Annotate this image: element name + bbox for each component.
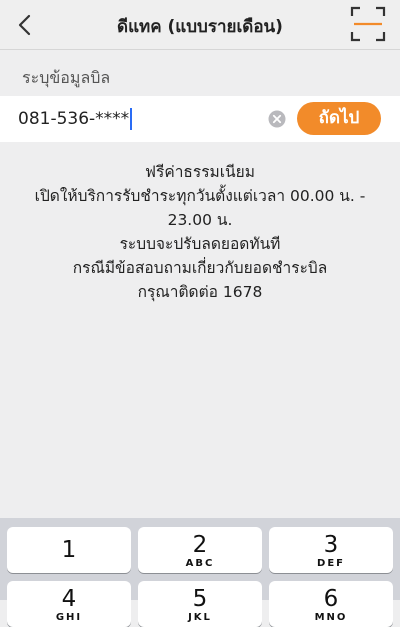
numeric-keypad: 1 2 ABC 3 DEF 4 GHI 5 JKL 6 MNO (0, 518, 400, 627)
phone-number-value: 081-536-**** (18, 109, 130, 129)
fee-notice: ฟรีค่าธรรมเนียม เปิดให้บริการรับชำระทุกว… (20, 160, 380, 304)
key-5[interactable]: 5 JKL (138, 581, 262, 627)
header-bar: ดีแทค (แบบรายเดือน) (0, 0, 400, 50)
notice-line: กรุณาติดต่อ 1678 (137, 283, 263, 301)
key-letters: ABC (185, 558, 215, 569)
key-3[interactable]: 3 DEF (269, 527, 393, 573)
key-number: 3 (323, 532, 339, 558)
key-4[interactable]: 4 GHI (7, 581, 131, 627)
bill-info-label: ระบุข้อมูลบิล (22, 68, 111, 87)
notice-line: ระบบจะปรับลดยอดทันที (119, 235, 281, 253)
text-cursor (130, 108, 133, 130)
key-6[interactable]: 6 MNO (269, 581, 393, 627)
phone-input-row: 081-536-**** ถัดไป (0, 96, 400, 142)
chevron-left-icon[interactable] (14, 12, 36, 38)
key-number: 6 (323, 586, 339, 612)
notice-line: ฟรีค่าธรรมเนียม (145, 163, 255, 181)
notice-line: 23.00 น. (167, 211, 233, 229)
phone-number-input[interactable]: 081-536-**** (18, 96, 258, 142)
key-number: 2 (192, 532, 208, 558)
next-button[interactable]: ถัดไป (297, 102, 381, 135)
key-letters: JKL (188, 612, 212, 623)
clear-icon[interactable] (268, 110, 286, 128)
key-letters: DEF (317, 558, 345, 569)
key-letters: MNO (314, 612, 348, 623)
key-number: 1 (61, 537, 77, 563)
page-title: ดีแทค (แบบรายเดือน) (117, 17, 283, 37)
key-number: 4 (61, 586, 77, 612)
key-letters: GHI (55, 612, 83, 623)
key-2[interactable]: 2 ABC (138, 527, 262, 573)
key-1[interactable]: 1 (7, 527, 131, 573)
key-number: 5 (192, 586, 208, 612)
scan-frame-icon[interactable] (350, 6, 386, 42)
notice-line: กรณีมีข้อสอบถามเกี่ยวกับยอดชำระบิล (72, 259, 328, 277)
notice-line: เปิดให้บริการรับชำระทุกวันตั้งแต่เวลา 00… (34, 187, 366, 205)
